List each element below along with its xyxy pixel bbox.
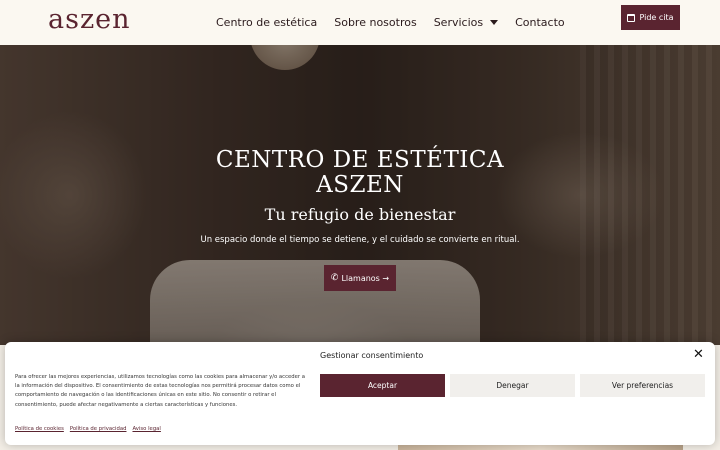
legal-notice-link[interactable]: Aviso legal	[132, 426, 160, 432]
hero-title: CENTRO DE ESTÉTICA ASZEN	[0, 148, 720, 198]
cookie-policy-link[interactable]: Política de cookies	[15, 426, 64, 432]
nav-item-centro[interactable]: Centro de estética	[216, 14, 317, 31]
accept-button[interactable]: Aceptar	[320, 374, 445, 397]
main-nav: Centro de estética Sobre nosotros Servic…	[216, 14, 582, 31]
nav-item-sobre[interactable]: Sobre nosotros	[334, 14, 416, 31]
hero-title-line1: CENTRO DE ESTÉTICA	[215, 147, 505, 173]
calendar-icon	[627, 13, 636, 22]
cookie-text: Para ofrecer las mejores experiencias, u…	[15, 374, 305, 408]
cookie-title: Gestionar consentimiento	[320, 351, 424, 360]
deny-button[interactable]: Denegar	[450, 374, 575, 397]
hero-section: CENTRO DE ESTÉTICA ASZEN Tu refugio de b…	[0, 45, 720, 345]
privacy-policy-link[interactable]: Política de privacidad	[70, 426, 127, 432]
close-icon[interactable]: ✕	[693, 348, 704, 362]
pide-cita-label: Pide cita	[639, 13, 674, 22]
hero-text: Un espacio donde el tiempo se detiene, y…	[200, 235, 520, 245]
nav-item-contacto[interactable]: Contacto	[515, 14, 565, 31]
llamanos-button[interactable]: ✆ Llamanos →	[324, 265, 396, 291]
nav-label: Servicios	[433, 16, 484, 29]
cookie-consent-modal: Gestionar consentimiento ✕ Para ofrecer …	[5, 342, 715, 445]
nav-label: Centro de estética	[216, 16, 318, 29]
chevron-down-icon	[490, 20, 499, 25]
phone-icon: ✆	[330, 272, 339, 283]
site-header: aszen Centro de estética Sobre nosotros …	[0, 0, 720, 45]
nav-label: Sobre nosotros	[334, 16, 417, 29]
hero-subtitle: Tu refugio de bienestar	[264, 205, 456, 224]
nav-item-servicios[interactable]: Servicios	[433, 14, 499, 31]
preferences-button[interactable]: Ver preferencias	[580, 374, 705, 397]
nav-label: Contacto	[515, 16, 565, 29]
hero-title-line2: ASZEN	[316, 172, 404, 198]
pide-cita-button[interactable]: Pide cita	[621, 5, 680, 30]
llamanos-label: Llamanos →	[341, 273, 390, 283]
cookie-links: Política de cookies Política de privacid…	[15, 426, 161, 432]
site-logo[interactable]: aszen	[48, 4, 131, 36]
